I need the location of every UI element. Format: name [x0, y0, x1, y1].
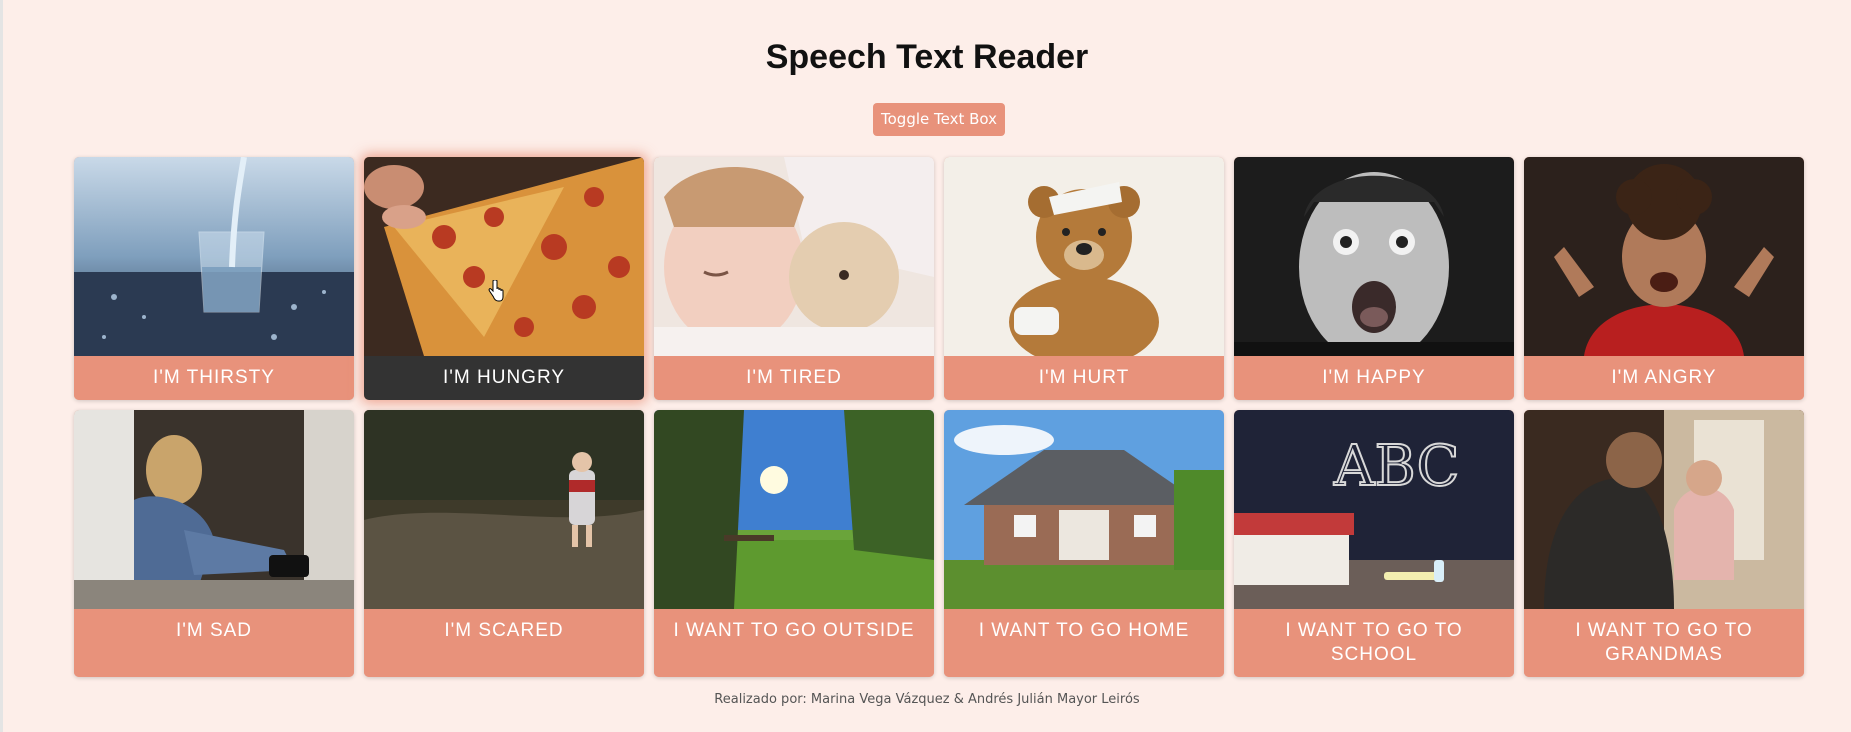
card-label: I WANT TO GO HOME: [944, 609, 1224, 677]
card-label: I WANT TO GO TO SCHOOL: [1234, 609, 1514, 677]
page: Speech Text Reader Toggle Text Box I'M T…: [0, 0, 1851, 732]
speech-card-angry[interactable]: I'M ANGRY: [1524, 157, 1804, 400]
card-label: I'M TIRED: [654, 356, 934, 400]
speech-card-outside[interactable]: I WANT TO GO OUTSIDE: [654, 410, 934, 677]
speech-card-hurt[interactable]: I'M HURT: [944, 157, 1224, 400]
card-label: I'M HUNGRY: [364, 356, 644, 400]
footer-credits: Realizado por: Marina Vega Vázquez & And…: [714, 692, 1140, 707]
pizza-image: [364, 157, 644, 356]
card-label: I'M SAD: [74, 609, 354, 677]
speech-card-scared[interactable]: I'M SCARED: [364, 410, 644, 677]
sunny-park-image: [654, 410, 934, 609]
speech-card-tired[interactable]: I'M TIRED: [654, 157, 934, 400]
grandma-and-child-image: [1524, 410, 1804, 609]
chalkboard-abc-image: ABC: [1234, 410, 1514, 609]
speech-card-sad[interactable]: I'M SAD: [74, 410, 354, 677]
card-label: I'M HAPPY: [1234, 356, 1514, 400]
glass-of-water-image: [74, 157, 354, 356]
card-label: I'M THIRSTY: [74, 356, 354, 400]
excited-boy-image: [1234, 157, 1514, 356]
speech-card-home[interactable]: I WANT TO GO HOME: [944, 410, 1224, 677]
child-in-forest-image: [364, 410, 644, 609]
card-label: I'M ANGRY: [1524, 356, 1804, 400]
speech-card-grid: I'M THIRSTY I'M HUNGRY I'M TIRED I'M HUR…: [74, 157, 1804, 677]
speech-card-school[interactable]: ABC I WANT TO GO TO SCHOOL: [1234, 410, 1514, 677]
speech-card-happy[interactable]: I'M HAPPY: [1234, 157, 1514, 400]
card-label: I'M HURT: [944, 356, 1224, 400]
speech-card-thirsty[interactable]: I'M THIRSTY: [74, 157, 354, 400]
toggle-text-box-button[interactable]: Toggle Text Box: [873, 103, 1005, 136]
sad-child-image: [74, 410, 354, 609]
card-label: I WANT TO GO OUTSIDE: [654, 609, 934, 677]
sleeping-child-image: [654, 157, 934, 356]
page-title: Speech Text Reader: [765, 38, 1089, 76]
card-label: I WANT TO GO TO GRANDMAS: [1524, 609, 1804, 677]
card-label: I'M SCARED: [364, 609, 644, 677]
speech-card-hungry[interactable]: I'M HUNGRY: [364, 157, 644, 400]
hand-pointer-icon: [488, 280, 504, 302]
bandaged-teddy-bear-image: [944, 157, 1224, 356]
svg-text:ABC: ABC: [1333, 434, 1459, 499]
angry-boy-image: [1524, 157, 1804, 356]
house-image: [944, 410, 1224, 609]
speech-card-grandmas[interactable]: I WANT TO GO TO GRANDMAS: [1524, 410, 1804, 677]
